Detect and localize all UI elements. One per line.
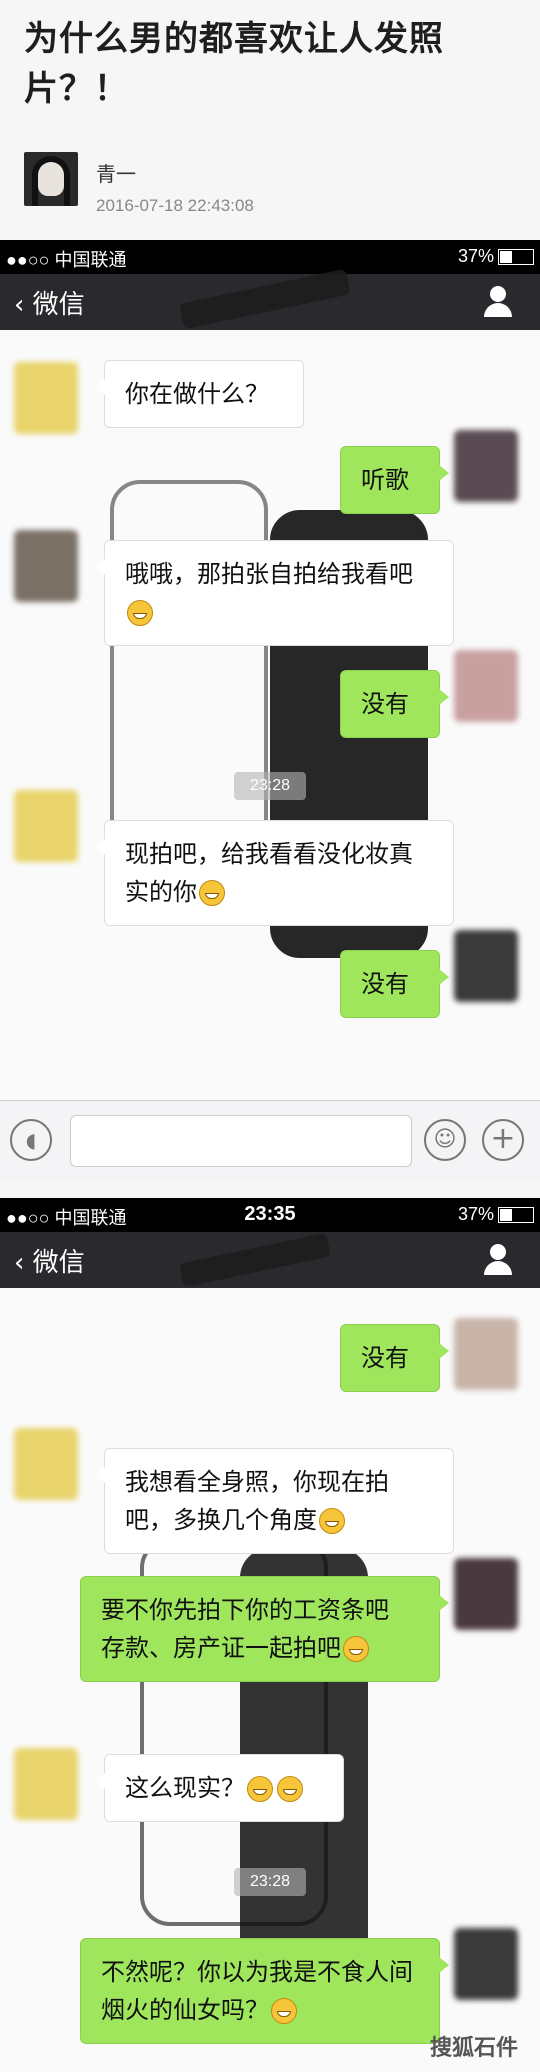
grin-emoji-icon [127, 600, 153, 626]
grin-emoji-icon [343, 1636, 369, 1662]
battery-icon [498, 249, 534, 266]
battery-indicator: 37% [458, 246, 534, 267]
plus-icon[interactable]: + [482, 1119, 524, 1161]
contact-avatar[interactable] [14, 1428, 78, 1500]
contact-avatar[interactable] [14, 1748, 78, 1820]
message-bubble-in[interactable]: 你在做什么？ [95, 360, 304, 428]
message-bubble-out[interactable]: 听歌 [340, 446, 449, 514]
message-bubble-out[interactable]: 要不你先拍下你的工资条吧 存款、房产证一起拍吧 [80, 1576, 449, 1682]
voice-icon[interactable]: ◖ [10, 1119, 52, 1161]
nav-bar: ‹ 微信 [0, 1232, 540, 1288]
grin-emoji-icon [319, 1508, 345, 1534]
chat-area: 你在做什么？ 听歌 哦哦，那拍张自拍给我看吧 没有 23:28 现拍吧，给我看看… [0, 330, 540, 1100]
message-timestamp: 23:28 [234, 1868, 306, 1896]
message-bubble-in[interactable]: 哦哦，那拍张自拍给我看吧 [95, 540, 454, 646]
nav-bar: ‹ 微信 [0, 268, 540, 330]
screenshot-1: ●●○○ 中国联通 37% ‹ 微信 你在做什么？ 听歌 哦哦，那拍张自拍给我看… [0, 240, 540, 1180]
person-icon[interactable] [482, 286, 514, 318]
grin-emoji-icon [247, 1776, 273, 1802]
chevron-left-icon: ‹ [14, 290, 25, 320]
emoji-icon[interactable]: ☺ [424, 1119, 466, 1161]
my-avatar[interactable] [454, 430, 518, 502]
status-bar: ●●○○ 中国联通 37% [0, 240, 540, 274]
my-avatar[interactable] [454, 930, 518, 1002]
message-bubble-out[interactable]: 没有 [340, 1324, 449, 1392]
message-bubble-in[interactable]: 现拍吧，给我看看没化妆真实的你 [95, 820, 454, 926]
person-icon[interactable] [482, 1244, 514, 1276]
grin-emoji-icon [199, 880, 225, 906]
message-bubble-in[interactable]: 这么现实？ [95, 1754, 344, 1822]
chat-area: 没有 我想看全身照，你现在拍吧，多换几个角度 要不你先拍下你的工资条吧 存款、房… [0, 1288, 540, 2072]
author-name[interactable]: 青一 [96, 158, 136, 187]
battery-icon [498, 1207, 534, 1224]
author-avatar[interactable] [24, 152, 78, 206]
message-bubble-out[interactable]: 没有 [340, 950, 449, 1018]
message-bubble-out[interactable]: 不然呢？你以为我是不食人间烟火的仙女吗？ [80, 1938, 449, 2044]
carrier-label: ●●○○ 中国联通 [6, 250, 127, 270]
message-bubble-out[interactable]: 没有 [340, 670, 449, 738]
screenshot-2: ●●○○ 中国联通 23:35 37% ‹ 微信 没有 我想看全身照，你现在拍吧… [0, 1198, 540, 2072]
chevron-left-icon: ‹ [14, 1248, 25, 1278]
contact-avatar[interactable] [14, 790, 78, 862]
watermark: 搜狐石件 [430, 2036, 519, 2061]
grin-emoji-icon [277, 1776, 303, 1802]
my-avatar[interactable] [454, 1558, 518, 1630]
message-bubble-in[interactable]: 我想看全身照，你现在拍吧，多换几个角度 [95, 1448, 454, 1554]
grin-emoji-icon [271, 1998, 297, 2024]
status-bar: ●●○○ 中国联通 23:35 37% [0, 1198, 540, 1232]
redaction-scribble [179, 1232, 331, 1288]
back-button[interactable]: ‹ 微信 [14, 284, 85, 321]
my-avatar[interactable] [454, 650, 518, 722]
my-avatar[interactable] [454, 1318, 518, 1390]
my-avatar[interactable] [454, 1928, 518, 2000]
post-date: 2016-07-18 22:43:08 [96, 196, 254, 215]
message-input[interactable] [70, 1115, 412, 1167]
battery-indicator: 37% [458, 1204, 534, 1225]
post-title: 为什么男的都喜欢让人发照片？！ [24, 19, 444, 109]
back-button[interactable]: ‹ 微信 [14, 1242, 85, 1279]
contact-avatar[interactable] [14, 362, 78, 434]
redaction-scribble [179, 268, 351, 330]
message-timestamp: 23:28 [234, 772, 306, 800]
input-bar: ◖ ☺ + [0, 1100, 540, 1180]
contact-avatar[interactable] [14, 530, 78, 602]
